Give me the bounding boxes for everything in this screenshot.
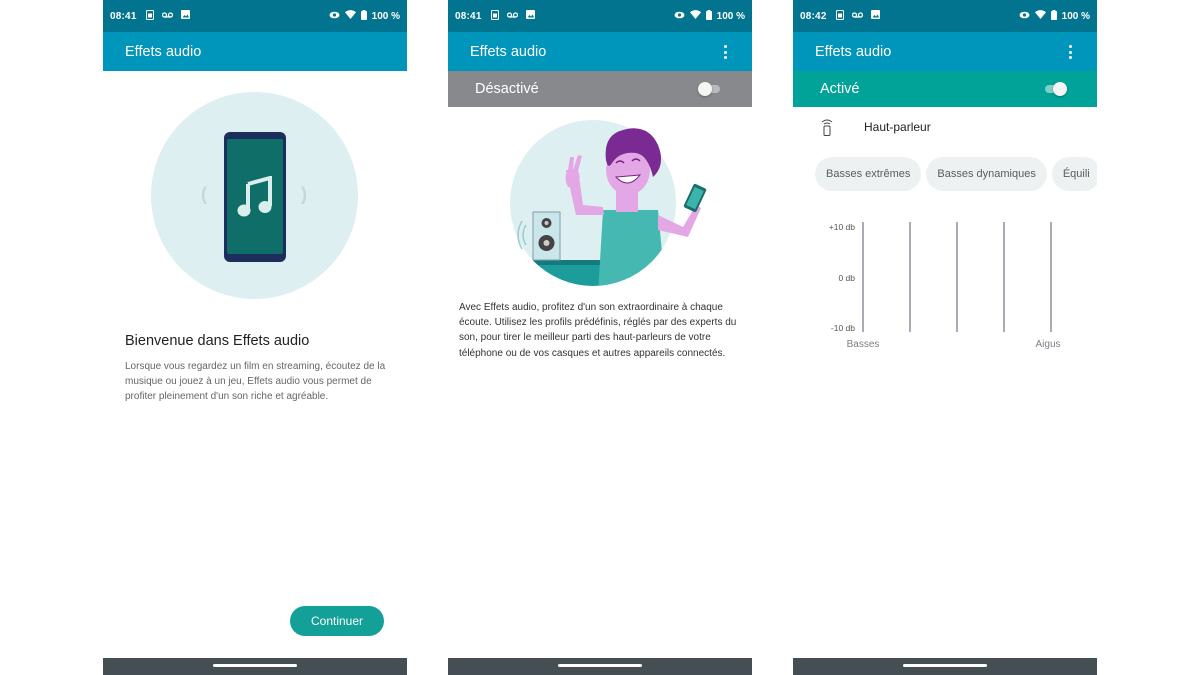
y-label-zero: 0 db <box>838 273 855 283</box>
sim-icon <box>490 9 499 23</box>
voicemail-icon <box>851 11 863 22</box>
sound-wave-right-icon: ) <box>301 184 307 204</box>
image-icon <box>180 10 190 22</box>
eye-icon <box>1019 11 1030 22</box>
welcome-screen: 08:41 100 % Effets audio ( ) Bienvenue d… <box>103 0 407 675</box>
master-switch[interactable] <box>1043 82 1067 96</box>
equalizer-graph[interactable]: +10 db 0 db -10 db Basses Aigus <box>793 210 1097 360</box>
battery-level: 100 % <box>371 10 400 22</box>
sim-icon <box>835 9 844 23</box>
status-bar: 08:42 100 % <box>793 0 1097 32</box>
eye-icon <box>674 11 685 22</box>
app-title: Effets audio <box>470 43 547 60</box>
wifi-icon <box>344 10 356 22</box>
equalizer-screen: 08:42 100 % Effets audio Activé Haut-par… <box>793 0 1097 675</box>
eye-icon <box>329 11 340 22</box>
battery-icon <box>1050 9 1057 23</box>
preset-chips: Basses extrêmes Basses dynamiques Équili <box>815 157 1097 191</box>
navigation-bar <box>448 658 752 675</box>
more-options-button[interactable] <box>1065 43 1075 61</box>
output-device-label: Haut-parleur <box>864 120 931 134</box>
y-label-max: +10 db <box>829 222 856 232</box>
sound-wave-left-icon: ( <box>201 184 207 204</box>
master-toggle-bar[interactable]: Désactivé <box>448 71 752 107</box>
speaker-phone-icon <box>821 119 833 141</box>
master-switch[interactable] <box>698 82 722 96</box>
phone-music-illustration: ( ) <box>151 92 358 299</box>
master-toggle-bar[interactable]: Activé <box>793 71 1097 107</box>
person-with-speaker-illustration <box>510 120 707 286</box>
app-title: Effets audio <box>125 43 202 60</box>
home-gesture-handle[interactable] <box>213 664 297 667</box>
status-bar: 08:41 100 % <box>448 0 752 32</box>
welcome-title: Bienvenue dans Effets audio <box>125 333 310 349</box>
wifi-icon <box>1034 10 1046 22</box>
battery-icon <box>360 9 367 23</box>
status-time: 08:41 <box>110 10 137 22</box>
y-label-min: -10 db <box>831 323 855 333</box>
phone-illustration <box>224 132 286 262</box>
preset-chip[interactable]: Basses extrêmes <box>815 157 922 191</box>
image-icon <box>870 10 880 22</box>
output-device-row[interactable]: Haut-parleur <box>793 110 1097 144</box>
toggle-label: Activé <box>820 81 860 97</box>
more-options-button[interactable] <box>720 43 730 61</box>
status-time: 08:42 <box>800 10 827 22</box>
battery-level: 100 % <box>716 10 745 22</box>
sim-icon <box>145 9 154 23</box>
toggle-label: Désactivé <box>475 81 539 97</box>
home-gesture-handle[interactable] <box>903 664 987 667</box>
app-title: Effets audio <box>815 43 892 60</box>
wifi-icon <box>689 10 701 22</box>
status-bar: 08:41 100 % <box>103 0 407 32</box>
voicemail-icon <box>161 11 173 22</box>
voicemail-icon <box>506 11 518 22</box>
navigation-bar <box>103 658 407 675</box>
intro-screen: 08:41 100 % Effets audio Désactivé Avec … <box>448 0 752 675</box>
preset-chip[interactable]: Basses dynamiques <box>926 157 1047 191</box>
preset-chip[interactable]: Équili <box>1051 157 1097 191</box>
continue-button[interactable]: Continuer <box>290 606 384 636</box>
battery-level: 100 % <box>1061 10 1090 22</box>
battery-icon <box>705 9 712 23</box>
intro-description: Avec Effets audio, profitez d'un son ext… <box>459 302 737 359</box>
more-vert-icon <box>1068 45 1072 48</box>
app-bar: Effets audio <box>793 32 1097 71</box>
app-bar: Effets audio <box>103 32 407 71</box>
more-vert-icon <box>723 45 727 48</box>
app-bar: Effets audio <box>448 32 752 71</box>
navigation-bar <box>793 658 1097 675</box>
x-label-bass: Basses <box>847 339 880 350</box>
status-time: 08:41 <box>455 10 482 22</box>
music-note-icon <box>237 175 272 216</box>
welcome-description: Lorsque vous regardez un film en streami… <box>125 361 386 403</box>
image-icon <box>525 10 535 22</box>
x-label-treble: Aigus <box>1035 339 1060 350</box>
home-gesture-handle[interactable] <box>558 664 642 667</box>
